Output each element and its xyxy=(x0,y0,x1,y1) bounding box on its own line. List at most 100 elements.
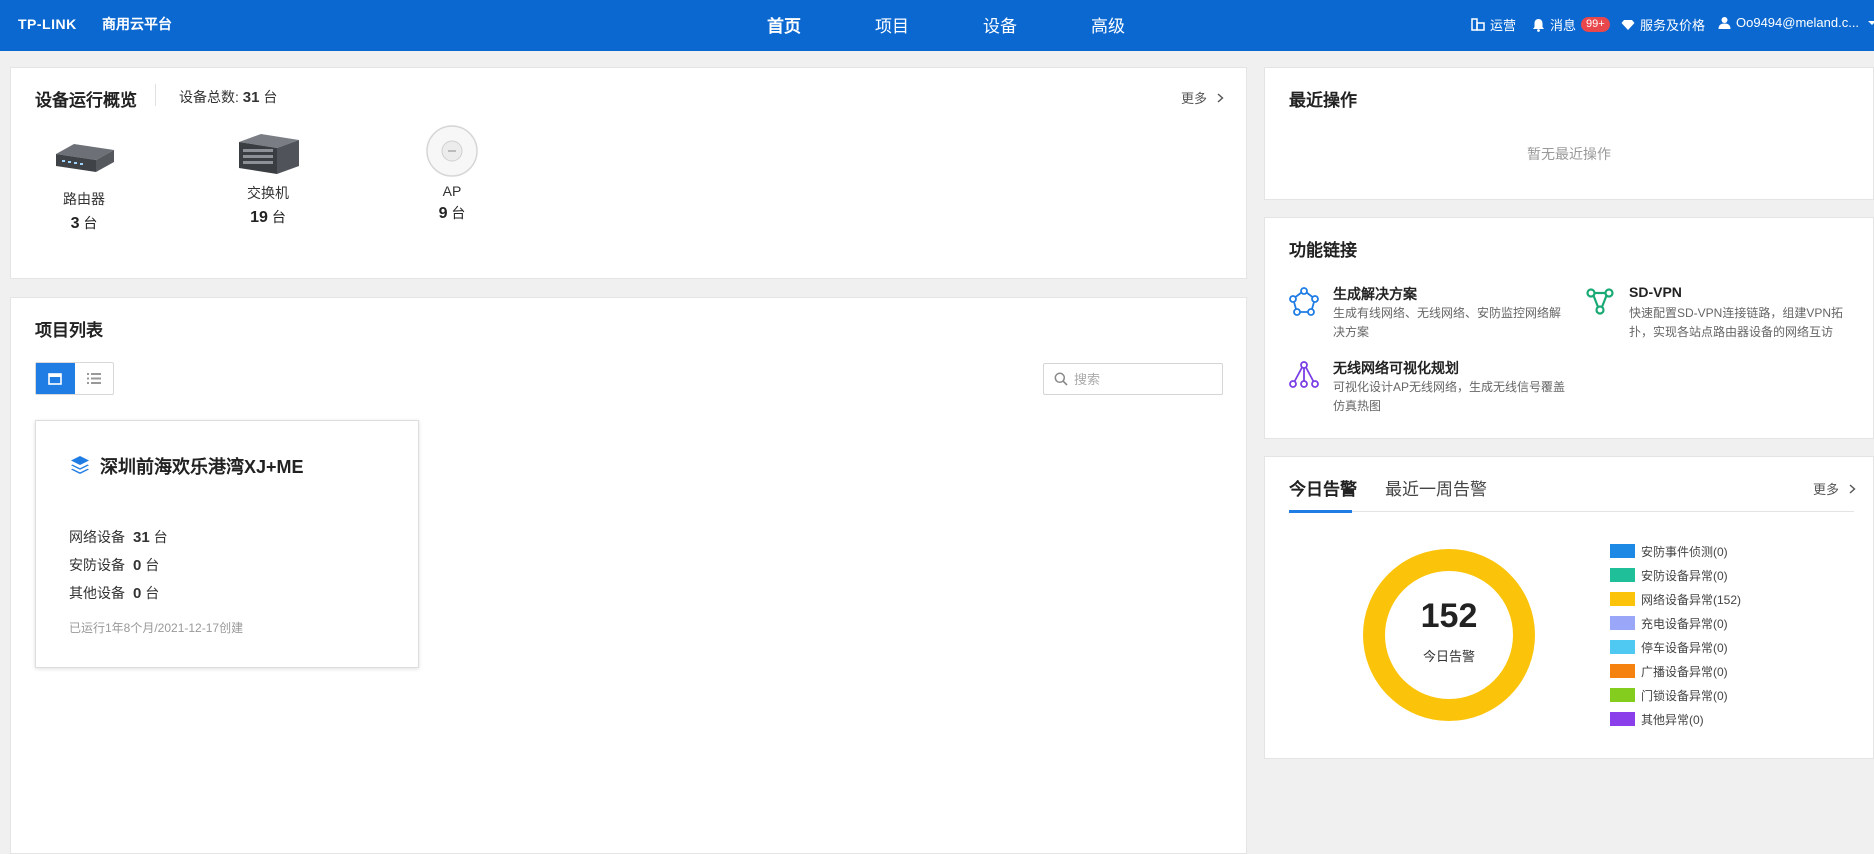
device-total: 设备总数: 31 台 xyxy=(179,87,277,107)
platform-name: 商用云平台 xyxy=(102,16,172,32)
user-menu[interactable]: Oo9494@meland.c... xyxy=(1718,15,1874,30)
nav-advanced[interactable]: 高级 xyxy=(1091,12,1125,37)
legend-swatch xyxy=(1610,640,1635,654)
overview-more-label: 更多 xyxy=(1181,91,1208,106)
user-email: Oo9494@meland.c... xyxy=(1736,15,1860,30)
project-name: 深圳前海欢乐港湾XJ+ME xyxy=(100,457,304,477)
user-icon xyxy=(1718,17,1731,29)
legend-swatch xyxy=(1610,568,1635,582)
ap-label: AP xyxy=(442,183,462,199)
project-stat-network: 网络设备 31 台 xyxy=(69,527,168,547)
legend-item[interactable]: 门锁设备异常(0) xyxy=(1610,683,1741,707)
ap-count: 9 台 xyxy=(392,203,512,223)
ap-count-unit: 台 xyxy=(451,205,466,221)
ap-count-value: 9 xyxy=(438,205,448,222)
overview-more-link[interactable]: 更多 xyxy=(1181,88,1224,107)
nav-home[interactable]: 首页 xyxy=(767,12,801,37)
legend-swatch xyxy=(1610,664,1635,678)
device-total-unit: 台 xyxy=(263,89,278,105)
switch-count-unit: 台 xyxy=(271,209,286,225)
router-icon xyxy=(56,144,114,172)
feature-links-card: 功能链接 生成解决方案 生成有线网络、无线网络、安防监控网络解决方案 SD-VP… xyxy=(1264,217,1874,439)
recent-actions-empty: 暂无最近操作 xyxy=(1527,146,1611,162)
chevron-right-icon xyxy=(1849,484,1856,494)
search-input[interactable] xyxy=(1074,371,1204,387)
stat-unit: 台 xyxy=(153,529,168,545)
services-pricing-link[interactable]: 服务及价格 xyxy=(1621,15,1705,34)
overview-title: 设备运行概览 xyxy=(35,91,137,110)
tab-today-alarms[interactable]: 今日告警 xyxy=(1289,475,1357,500)
stat-unit: 台 xyxy=(145,585,160,601)
vpn-topology-icon xyxy=(1586,288,1614,315)
legend-label: 安防事件侦测(0) xyxy=(1641,544,1728,559)
project-search[interactable] xyxy=(1043,363,1223,395)
services-pricing-label: 服务及价格 xyxy=(1640,18,1706,33)
stat-label: 网络设备 xyxy=(69,529,125,545)
legend-swatch xyxy=(1610,592,1635,606)
nav-devices[interactable]: 设备 xyxy=(983,12,1017,37)
project-list-card: 项目列表 深圳前海欢乐港湾XJ+ME 网络设备 31 台 安防设备 0 台 其他设备… xyxy=(10,297,1247,854)
alarm-total-count: 152 xyxy=(1420,597,1478,635)
alarms-more-label: 更多 xyxy=(1813,482,1840,497)
card-view-button[interactable] xyxy=(36,363,75,394)
device-overview-card: 设备运行概览 设备总数: 31 台 更多 路由器 3 台 交换机 19 台 AP… xyxy=(10,67,1247,279)
alarm-total-label: 今日告警 xyxy=(1422,649,1475,664)
project-list-title: 项目列表 xyxy=(35,321,103,340)
operations-label: 运营 xyxy=(1490,18,1517,33)
tabs-divider xyxy=(1289,511,1854,512)
list-view-button[interactable] xyxy=(75,363,114,394)
alarms-more-link[interactable]: 更多 xyxy=(1813,479,1856,498)
device-router[interactable]: 路由器 3 台 xyxy=(24,138,144,233)
caret-down-icon xyxy=(1868,20,1874,25)
switch-icon xyxy=(239,134,299,174)
title-divider xyxy=(155,84,156,106)
device-ap[interactable]: AP 9 台 xyxy=(392,125,512,223)
operations-link[interactable]: 运营 xyxy=(1471,15,1516,34)
stat-value: 31 xyxy=(133,529,150,546)
search-icon xyxy=(1054,372,1068,386)
legend-item[interactable]: 网络设备异常(152) xyxy=(1610,587,1741,611)
stat-value: 0 xyxy=(133,585,142,602)
legend-item[interactable]: 安防事件侦测(0) xyxy=(1610,539,1741,563)
alarm-legend: 安防事件侦测(0) 安防设备异常(0) 网络设备异常(152) 充电设备异常(0) 停车… xyxy=(1610,539,1741,731)
switch-label: 交换机 xyxy=(247,185,289,201)
feature-sd-vpn-desc: 快速配置SD-VPN连接链路，组建VPN拓扑，实现各站点路由器设备的网络互访 xyxy=(1629,306,1844,339)
feature-wireless-planning-title: 无线网络可视化规划 xyxy=(1333,360,1459,376)
alarms-card: 今日告警 最近一周告警 更多 152 今日告警 安防事件侦测(0) 安防设备异常(… xyxy=(1264,456,1874,759)
diamond-icon xyxy=(1621,19,1635,30)
feature-sd-vpn-title: SD-VPN xyxy=(1629,284,1682,300)
switch-count: 19 台 xyxy=(208,207,328,227)
solution-network-icon xyxy=(1289,287,1319,316)
feature-links-title: 功能链接 xyxy=(1289,241,1357,260)
nav-projects[interactable]: 项目 xyxy=(875,12,909,37)
legend-label: 其他异常(0) xyxy=(1641,712,1704,727)
legend-label: 网络设备异常(152) xyxy=(1641,592,1742,607)
project-created-info: 已运行1年8个月/2021-12-17创建 xyxy=(69,621,244,635)
legend-item[interactable]: 广播设备异常(0) xyxy=(1610,659,1741,683)
alarm-donut-chart: 152 今日告警 xyxy=(1361,547,1537,723)
switch-count-value: 19 xyxy=(250,209,268,226)
recent-actions-title: 最近操作 xyxy=(1289,91,1357,110)
device-total-label: 设备总数: xyxy=(179,89,239,105)
view-toggle xyxy=(35,362,114,395)
legend-label: 停车设备异常(0) xyxy=(1641,640,1728,655)
legend-item[interactable]: 安防设备异常(0) xyxy=(1610,563,1741,587)
wireless-planning-icon xyxy=(1289,361,1319,388)
router-count: 3 台 xyxy=(24,213,144,233)
feature-wireless-planning-desc: 可视化设计AP无线网络，生成无线信号覆盖仿真热图 xyxy=(1333,380,1566,413)
legend-item[interactable]: 其他异常(0) xyxy=(1610,707,1741,731)
router-label: 路由器 xyxy=(63,191,105,207)
tp-link-logo[interactable]: TP-LINK xyxy=(18,16,77,32)
legend-item[interactable]: 充电设备异常(0) xyxy=(1610,611,1741,635)
legend-item[interactable]: 停车设备异常(0) xyxy=(1610,635,1741,659)
feature-solution-desc: 生成有线网络、无线网络、安防监控网络解决方案 xyxy=(1333,306,1562,339)
list-view-icon xyxy=(86,373,101,384)
tab-week-alarms[interactable]: 最近一周告警 xyxy=(1385,475,1487,500)
project-card[interactable]: 深圳前海欢乐港湾XJ+ME 网络设备 31 台 安防设备 0 台 其他设备 0 台 已… xyxy=(35,420,419,668)
stat-value: 0 xyxy=(133,557,142,574)
operations-icon xyxy=(1471,18,1485,31)
stat-label: 其他设备 xyxy=(69,585,125,601)
device-switch[interactable]: 交换机 19 台 xyxy=(208,130,328,227)
chevron-right-icon xyxy=(1217,93,1224,103)
messages-link[interactable]: 消息 99+ xyxy=(1532,15,1610,34)
